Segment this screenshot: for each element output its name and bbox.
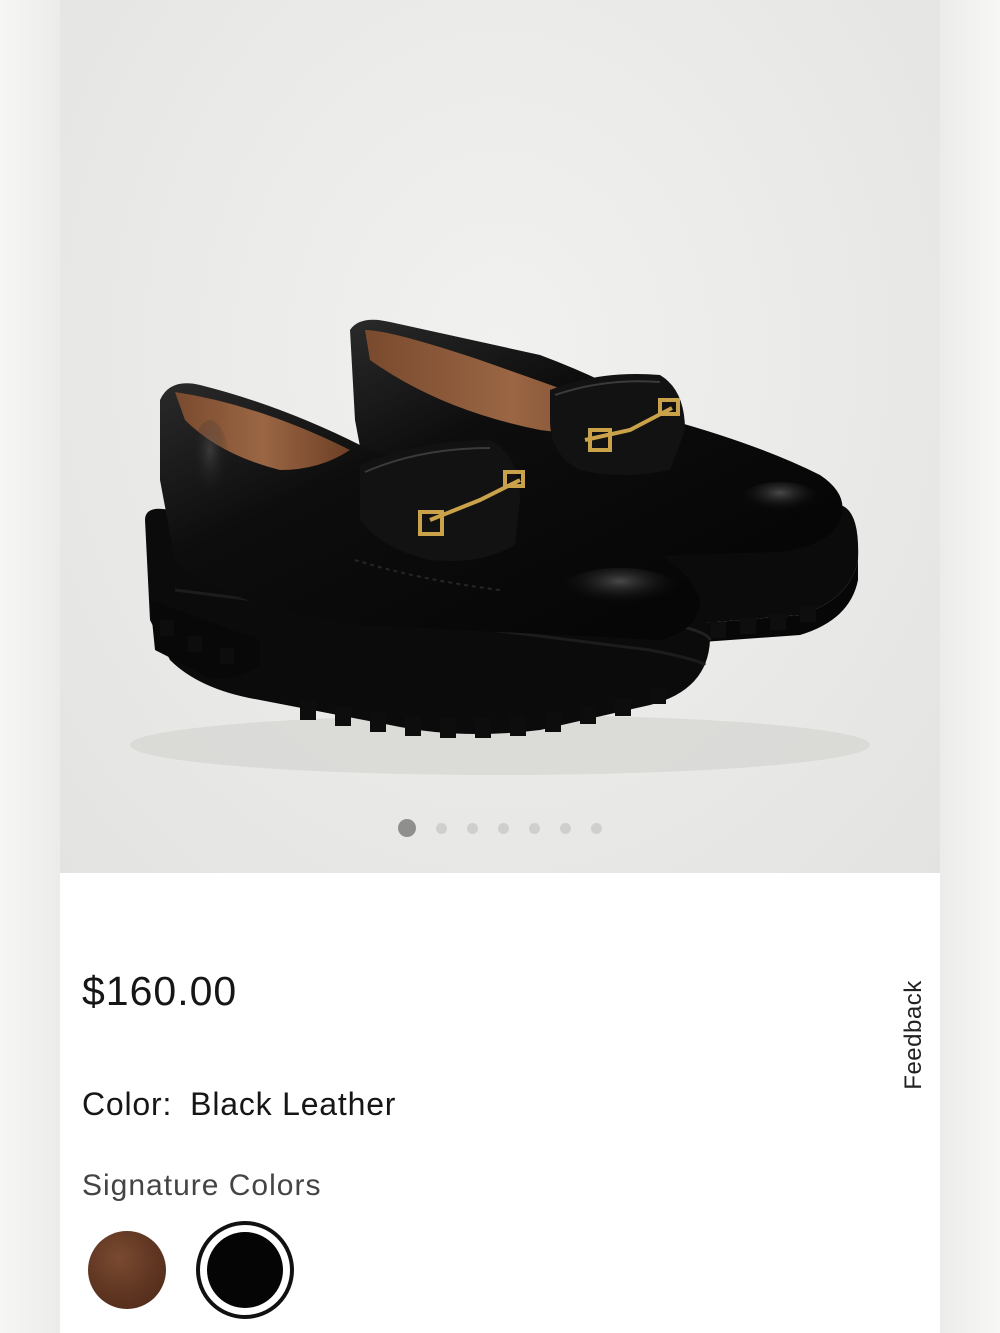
product-page: $160.00 Color: Black Leather Signature Co… — [0, 0, 1000, 1333]
color-value: Black Leather — [190, 1086, 397, 1122]
right-backdrop — [940, 0, 1000, 1333]
carousel-dot-5[interactable] — [529, 822, 540, 834]
product-image[interactable] — [60, 0, 940, 873]
left-backdrop — [0, 0, 60, 1333]
color-label: Color: — [82, 1086, 173, 1122]
carousel-dot-7[interactable] — [591, 822, 602, 834]
swatch-black-leather-selected[interactable] — [196, 1221, 294, 1319]
product-price: $160.00 — [82, 968, 238, 1014]
color-selection-row: Color: Black Leather — [82, 1086, 396, 1123]
color-swatches — [88, 1221, 294, 1319]
carousel-dots — [60, 819, 940, 837]
carousel-dot-1[interactable] — [398, 819, 416, 837]
swatch-black-fill — [207, 1232, 283, 1308]
carousel-dot-4[interactable] — [498, 822, 509, 834]
product-info-panel: $160.00 Color: Black Leather Signature Co… — [60, 873, 940, 1333]
signature-colors-label: Signature Colors — [82, 1169, 322, 1202]
swatch-brown-leather[interactable] — [88, 1231, 166, 1309]
carousel-dot-2[interactable] — [436, 822, 447, 834]
feedback-tab[interactable]: Feedback — [894, 970, 934, 1100]
feedback-label: Feedback — [900, 980, 927, 1090]
loafer-pair-illustration — [130, 319, 870, 775]
carousel-dot-6[interactable] — [560, 822, 571, 834]
carousel-dot-3[interactable] — [467, 822, 478, 834]
